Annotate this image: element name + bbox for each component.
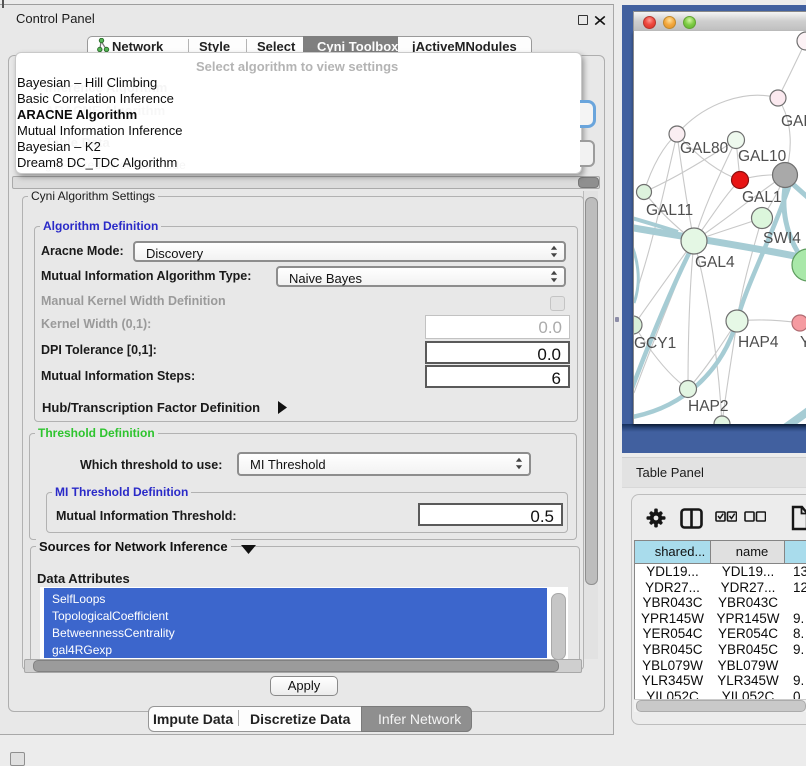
svg-text:GCY1: GCY1 <box>634 335 676 352</box>
svg-text:HAP2: HAP2 <box>688 398 729 415</box>
svg-text:GAL11: GAL11 <box>646 202 693 219</box>
svg-text:SWI4: SWI4 <box>763 230 801 247</box>
svg-text:GAL4: GAL4 <box>695 254 735 271</box>
svg-text:GAL1: GAL1 <box>742 189 782 206</box>
svg-text:HAP4: HAP4 <box>738 334 779 351</box>
svg-text:GAL2: GAL2 <box>781 113 806 130</box>
svg-text:Y: Y <box>800 334 806 351</box>
svg-text:GAL80: GAL80 <box>680 140 729 157</box>
svg-text:GAL10: GAL10 <box>738 148 787 165</box>
